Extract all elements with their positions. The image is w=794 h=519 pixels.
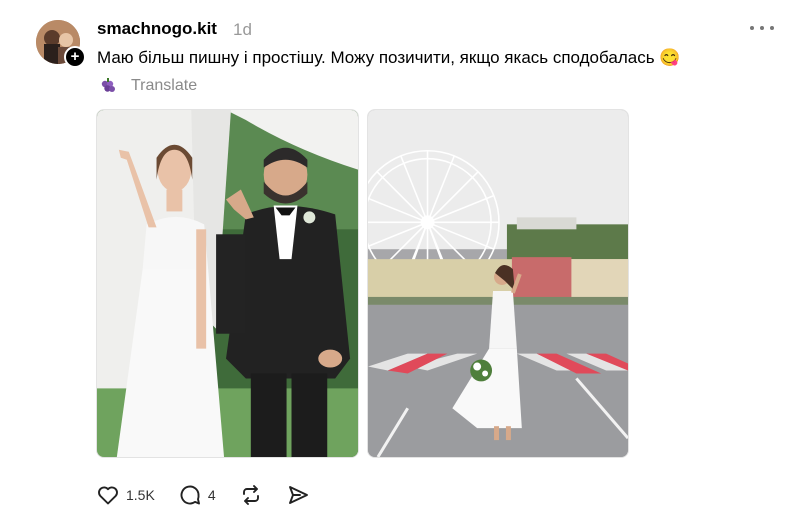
grapes-icon bbox=[101, 78, 115, 92]
bride-ferris-wheel-photo[interactable] bbox=[367, 109, 629, 458]
thread-post: + smachnogo.kit 1d Маю більш пишну і про… bbox=[0, 0, 794, 519]
comment-icon bbox=[180, 485, 200, 505]
avatar-container[interactable]: + bbox=[36, 20, 86, 68]
follow-plus-icon[interactable]: + bbox=[64, 46, 86, 68]
translate-label: Translate bbox=[131, 77, 198, 94]
share-icon bbox=[288, 486, 308, 504]
reply-count: 4 bbox=[207, 487, 216, 503]
translate-button[interactable]: Translate bbox=[99, 75, 197, 97]
like-button[interactable]: 1.5K bbox=[96, 483, 155, 507]
heart-icon bbox=[98, 486, 118, 505]
post-actions: 1.5K 4 bbox=[96, 483, 333, 507]
post-timestamp: 1d bbox=[233, 20, 252, 39]
like-count: 1.5K bbox=[126, 487, 155, 503]
repost-button[interactable] bbox=[239, 483, 263, 507]
post-caption: Маю більш пишну і простішу. Можу позичит… bbox=[97, 48, 681, 67]
share-button[interactable] bbox=[286, 483, 310, 507]
more-options-icon[interactable] bbox=[747, 18, 777, 38]
reply-button[interactable]: 4 bbox=[178, 483, 216, 507]
repost-icon bbox=[242, 485, 259, 505]
username[interactable]: smachnogo.kit bbox=[97, 19, 217, 39]
wedding-couple-photo[interactable] bbox=[96, 109, 359, 458]
